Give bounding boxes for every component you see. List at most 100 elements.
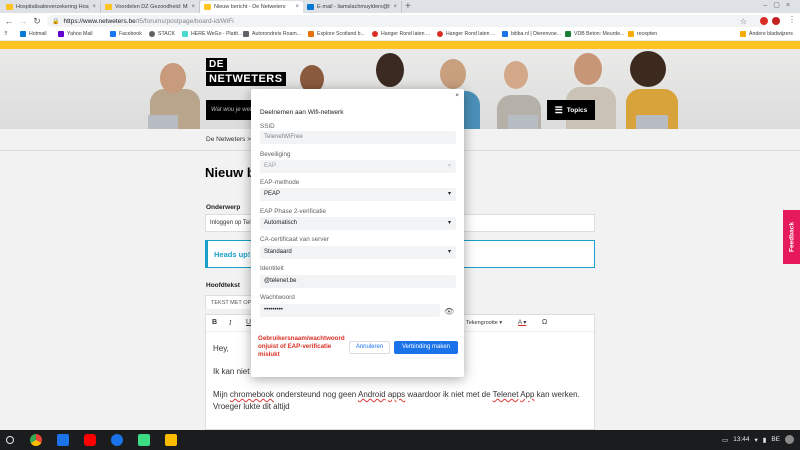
bookmark-item[interactable]: Yahoo Mail	[58, 31, 93, 37]
bookmark-label: STACK	[158, 31, 175, 37]
site-logo[interactable]: DE NETWETERS	[206, 58, 286, 86]
tab-nieuw-bericht[interactable]: Nieuw bericht - De Netweters ×	[200, 1, 303, 13]
clock: 13:44	[733, 436, 750, 443]
wifi-join-dialog: × Deelnemen aan Wifi-netwerk SSID Telene…	[251, 89, 464, 377]
subject-label: Onderwerp	[206, 204, 241, 211]
tab-close-icon[interactable]: ×	[393, 4, 397, 10]
tab-close-icon[interactable]: ×	[191, 4, 195, 10]
editor-paragraph: Vroeger lukte dit altijd	[213, 402, 290, 411]
tab-hospitalisatie[interactable]: Hospitalisatieverzekering Hosp ×	[2, 1, 101, 13]
folder-icon	[740, 31, 746, 37]
youtube-app-icon[interactable]	[84, 434, 96, 446]
back-arrow-icon[interactable]: ←	[3, 15, 15, 27]
keep-app-icon[interactable]	[165, 434, 177, 446]
bookmark-favicon-icon	[502, 31, 508, 37]
bookmark-item[interactable]: Hanger Rond laten ...	[372, 31, 430, 37]
special-char-button[interactable]: Ω	[542, 319, 547, 326]
bookmark-label: Hanger Rond laten ...	[446, 31, 496, 37]
bookmark-label: Yahoo Mail	[67, 31, 93, 37]
folder-icon	[628, 31, 634, 37]
lock-icon: 🔒	[52, 18, 60, 25]
status-tray[interactable]: ▭ 13:44 ▾ ▮ BE	[722, 435, 794, 444]
security-value: EAP	[264, 163, 277, 169]
tab-favicon-icon	[6, 4, 13, 10]
ca-cert-select[interactable]: Standaard ▾	[260, 246, 456, 259]
chrome-app-icon[interactable]	[30, 434, 42, 446]
bookmark-item[interactable]: bitiba.nl | Dierenvoe...	[502, 31, 561, 37]
phase2-select[interactable]: Automatisch ▾	[260, 217, 456, 230]
bookmark-label: Hanger Rond laten ...	[381, 31, 431, 37]
bookmark-item[interactable]: Hanger Rond laten ...	[437, 31, 495, 37]
tab-voordelen[interactable]: Voordelen DZ Gezondheid: Min ×	[101, 1, 200, 13]
site-top-bar	[0, 41, 800, 49]
bookmark-item[interactable]: HERE WeGo - Plattt...	[182, 31, 242, 37]
dialog-title: Deelnemen aan Wifi-netwerk	[260, 109, 344, 116]
chevron-down-icon: ▾	[447, 191, 451, 197]
bookmark-favicon-icon	[565, 31, 571, 37]
bookmark-item[interactable]: Autorondreis Roam...	[243, 31, 301, 37]
address-bar[interactable]: 🔒 https://www.netweters.be /t5/forums/po…	[47, 15, 767, 27]
logo-line-1: DE	[206, 58, 227, 71]
bold-button[interactable]: B	[212, 319, 217, 326]
tab-close-icon[interactable]: ×	[92, 4, 96, 10]
show-password-eye-icon[interactable]: 👁	[444, 307, 454, 316]
password-input[interactable]: •••••••••	[260, 304, 440, 317]
tab-favicon-icon	[105, 4, 112, 10]
android-app-icon[interactable]	[138, 434, 150, 446]
hero-person-head	[504, 61, 528, 89]
topics-button[interactable]: ☰ Topics	[547, 100, 595, 120]
avatar	[785, 435, 794, 444]
other-bookmarks[interactable]: Andere bladwijzers	[740, 31, 793, 37]
password-label: Wachtwoord	[260, 294, 295, 301]
tab-title: Voordelen DZ Gezondheid: Min	[115, 4, 189, 10]
bookmark-item[interactable]: STACK	[149, 31, 175, 37]
text-color-dropdown[interactable]: A ▾	[518, 319, 526, 326]
hero-person-head	[574, 53, 602, 85]
page-title: Nieuw b	[205, 165, 255, 180]
chevron-down-icon: ▾	[447, 249, 451, 255]
phase2-value: Automatisch	[264, 220, 298, 226]
extension-icon[interactable]	[760, 17, 768, 25]
topics-label: Topics	[566, 106, 588, 114]
tab-favicon-icon	[307, 4, 314, 10]
error-message: Gebruikersnaam/wachtwoord onjuist of EAP…	[258, 335, 345, 358]
chevron-down-icon: ▾	[447, 220, 451, 226]
chevron-down-icon: ▾	[447, 163, 451, 169]
tab-email[interactable]: E-mail - liamslachmuylders@h ×	[303, 1, 402, 13]
apps-grid-icon[interactable]: ⠿	[4, 31, 8, 37]
bookmark-item[interactable]: Explore Scotland b...	[308, 31, 365, 37]
bookmark-item[interactable]: Facebook	[110, 31, 142, 37]
bookmark-item[interactable]: Hotmail	[20, 31, 47, 37]
italic-button[interactable]: I	[229, 319, 231, 327]
eap-method-select[interactable]: PEAP ▾	[260, 188, 456, 201]
bookmark-star-icon[interactable]: ☆	[740, 17, 747, 26]
close-icon[interactable]: ×	[455, 92, 459, 99]
files-app-icon[interactable]	[57, 434, 69, 446]
font-size-dropdown[interactable]: Tekengrootte ▾	[466, 320, 502, 326]
bookmark-folder[interactable]: recepten	[628, 31, 657, 37]
bookmark-favicon-icon	[437, 31, 443, 37]
launcher-icon[interactable]	[6, 436, 14, 444]
new-tab-button[interactable]: +	[405, 1, 411, 12]
bookmark-item[interactable]: VDB Beton: Meurde...	[565, 31, 624, 37]
reload-icon[interactable]: ↻	[31, 15, 43, 27]
bookmark-label: HERE WeGo - Plattt...	[191, 31, 243, 37]
hero-person-head	[376, 53, 404, 87]
hero-person-head	[160, 63, 186, 93]
forward-arrow-icon[interactable]: →	[17, 15, 29, 27]
tab-favicon-icon	[204, 4, 211, 10]
feedback-tab[interactable]: Feedback	[783, 210, 800, 264]
identity-input[interactable]: @telenet.be	[260, 275, 456, 288]
tab-title: Hospitalisatieverzekering Hosp	[16, 4, 90, 10]
ssid-input[interactable]: TelenetWiFree	[260, 131, 456, 144]
cancel-button[interactable]: Annuleren	[349, 341, 390, 354]
window-controls[interactable]: –▢×	[763, 1, 796, 9]
extension-icon[interactable]	[772, 17, 780, 25]
locale-label: BE	[771, 436, 780, 443]
hero-person-head	[630, 51, 666, 87]
tab-close-icon[interactable]: ×	[295, 4, 299, 10]
breadcrumb[interactable]: De Netweters >	[206, 136, 251, 143]
connect-button[interactable]: Verbinding maken	[394, 341, 458, 354]
menu-dots-icon[interactable]: ⋮	[788, 15, 796, 24]
settings-app-icon[interactable]	[111, 434, 123, 446]
